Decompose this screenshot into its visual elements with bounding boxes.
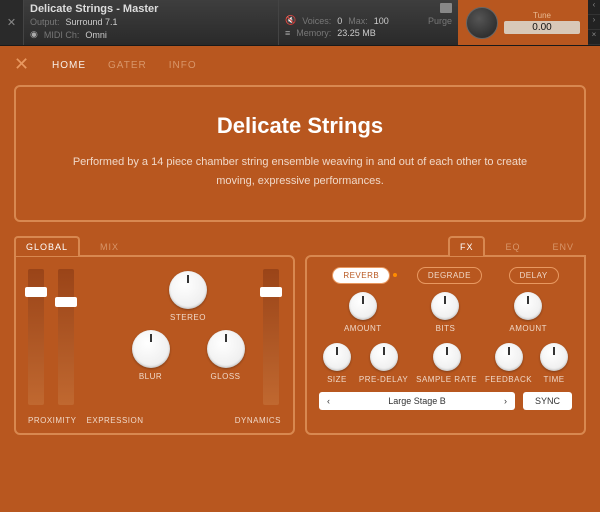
tab-fx[interactable]: FX <box>448 236 486 256</box>
right-panel: FX EQ ENV REVERB DEGRADE DELAY AMOUNT BI… <box>305 236 586 435</box>
prev-button[interactable]: ‹ <box>588 0 600 15</box>
hero-title: Delicate Strings <box>56 113 544 139</box>
main-tabs: HOME GATER INFO <box>52 60 586 71</box>
midi-icon: ◉ <box>30 29 38 40</box>
stereo-knob[interactable] <box>169 271 207 309</box>
next-button[interactable]: › <box>588 15 600 30</box>
hero-description: Performed by a 14 piece chamber string e… <box>56 153 544 190</box>
midi-value[interactable]: Omni <box>85 30 107 40</box>
dynamics-slider[interactable] <box>263 269 279 405</box>
solo-icon[interactable]: ≡ <box>285 28 290 38</box>
brand-logo: ✕ <box>14 54 36 76</box>
time-knob[interactable] <box>540 343 568 371</box>
header-stats: 🔇Voices:0Max:100Purge ≡Memory:23.25 MB <box>278 0 458 45</box>
hero-box: Delicate Strings Performed by a 14 piece… <box>14 85 586 222</box>
tab-eq[interactable]: EQ <box>493 236 532 256</box>
output-value[interactable]: Surround 7.1 <box>66 17 118 27</box>
blur-knob[interactable] <box>132 330 170 368</box>
window-controls: ‹ › × <box>588 0 600 45</box>
tab-info[interactable]: INFO <box>169 60 197 71</box>
tune-section: Tune 0.00 <box>458 0 588 45</box>
delay-amount-knob[interactable] <box>514 292 542 320</box>
instrument-header: ✕ Delicate Strings - Master Output:Surro… <box>0 0 600 46</box>
tab-global[interactable]: GLOBAL <box>14 236 80 256</box>
expression-slider[interactable] <box>58 269 74 405</box>
size-knob[interactable] <box>323 343 351 371</box>
tune-knob[interactable] <box>466 7 498 39</box>
mute-icon[interactable]: 🔇 <box>285 15 296 26</box>
bits-knob[interactable] <box>431 292 459 320</box>
predelay-knob[interactable] <box>370 343 398 371</box>
tab-env[interactable]: ENV <box>540 236 586 256</box>
reverb-button[interactable]: REVERB <box>332 267 390 284</box>
chevron-right-icon[interactable]: › <box>504 396 507 406</box>
delay-button[interactable]: DELAY <box>509 267 559 284</box>
header-info: Delicate Strings - Master Output:Surroun… <box>24 0 278 45</box>
gloss-knob[interactable] <box>207 330 245 368</box>
snapshot-icon[interactable] <box>440 3 452 13</box>
instrument-title: Delicate Strings - Master <box>30 3 158 15</box>
chevron-left-icon[interactable]: ‹ <box>327 396 330 406</box>
main-panel: ✕ HOME GATER INFO Delicate Strings Perfo… <box>0 46 600 512</box>
preset-selector[interactable]: ‹Large Stage B› <box>319 392 515 410</box>
tab-gater[interactable]: GATER <box>108 60 147 71</box>
collapse-toggle[interactable]: ✕ <box>0 0 24 45</box>
tune-value[interactable]: 0.00 <box>504 21 580 34</box>
tab-mix[interactable]: MIX <box>88 236 131 256</box>
left-panel: GLOBAL MIX STEREO BLUR GLOSS PROXIMI <box>14 236 295 435</box>
close-button[interactable]: × <box>588 30 600 45</box>
tab-home[interactable]: HOME <box>52 60 86 71</box>
feedback-knob[interactable] <box>495 343 523 371</box>
reverb-amount-knob[interactable] <box>349 292 377 320</box>
degrade-button[interactable]: DEGRADE <box>417 267 482 284</box>
sync-button[interactable]: SYNC <box>523 392 572 410</box>
samplerate-knob[interactable] <box>433 343 461 371</box>
proximity-slider[interactable] <box>28 269 44 405</box>
